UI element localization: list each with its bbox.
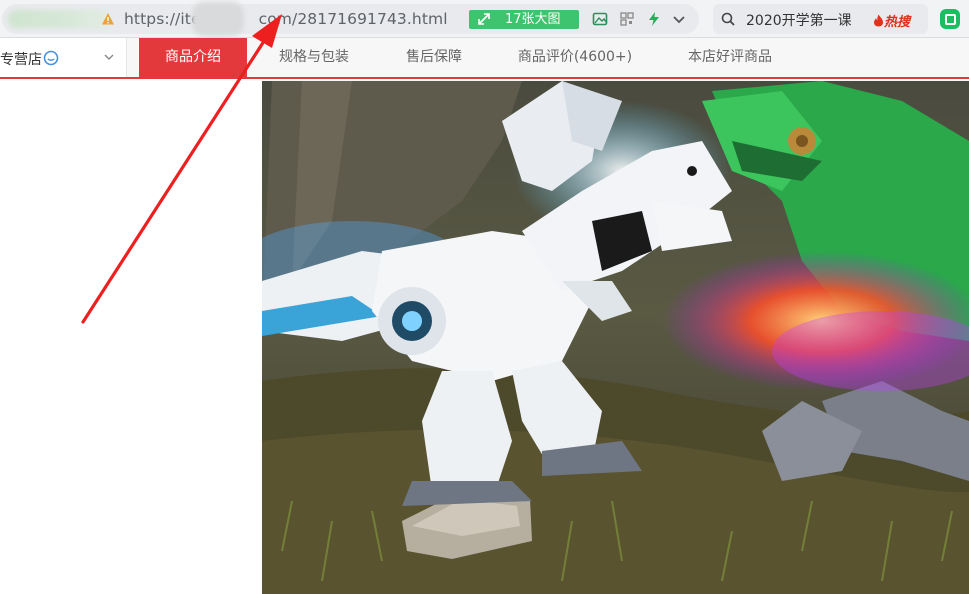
image-count-label: 17张大图 xyxy=(505,12,561,27)
tab-store-recommended[interactable]: 本店好评商品 xyxy=(672,38,788,77)
tab-product-intro[interactable]: 商品介绍 xyxy=(139,38,247,77)
search-box[interactable]: 2020开学第一课 热搜 xyxy=(713,4,928,34)
product-tab-bar: 专营店 商品介绍 规格与包装 售后保障 商品评价(4600+) 本店好评商品 xyxy=(0,38,969,79)
url-text: https://ite com/28171691743.html xyxy=(124,10,448,28)
lightning-icon[interactable] xyxy=(646,11,662,27)
blurred-domain xyxy=(192,2,244,36)
extension-icon[interactable] xyxy=(940,9,960,29)
url-suffix: com/28171691743.html xyxy=(258,10,448,28)
tab-specs-packaging[interactable]: 规格与包装 xyxy=(262,38,366,77)
browser-toolbar: https://ite com/28171691743.html 17张大图 2… xyxy=(0,0,969,38)
chevron-down-icon xyxy=(104,54,114,60)
expand-icon xyxy=(478,13,490,25)
tab-reviews[interactable]: 商品评价(4600+) xyxy=(505,38,645,77)
chevron-down-icon[interactable] xyxy=(671,11,687,27)
fire-icon xyxy=(874,14,883,27)
image-count-button[interactable]: 17张大图 xyxy=(469,10,579,29)
hot-search-badge[interactable]: 热搜 xyxy=(873,11,910,30)
image-search-icon[interactable] xyxy=(592,11,608,27)
warning-icon xyxy=(102,13,114,25)
store-name: 专营店 xyxy=(0,52,42,68)
blurred-url-segment xyxy=(8,10,110,28)
url-prefix: https://ite xyxy=(124,10,201,28)
search-icon xyxy=(721,12,735,26)
product-photo-illustration xyxy=(262,81,969,594)
qr-code-icon[interactable] xyxy=(619,11,635,27)
store-selector[interactable]: 专营店 xyxy=(0,38,127,77)
hot-search-label: 热搜 xyxy=(884,15,911,30)
left-panel xyxy=(0,81,262,594)
chat-icon[interactable] xyxy=(43,50,59,66)
address-bar[interactable]: https://ite com/28171691743.html 17张大图 xyxy=(2,2,699,36)
tab-after-sales[interactable]: 售后保障 xyxy=(388,38,480,77)
search-query: 2020开学第一课 xyxy=(746,13,852,29)
product-image xyxy=(262,81,969,594)
